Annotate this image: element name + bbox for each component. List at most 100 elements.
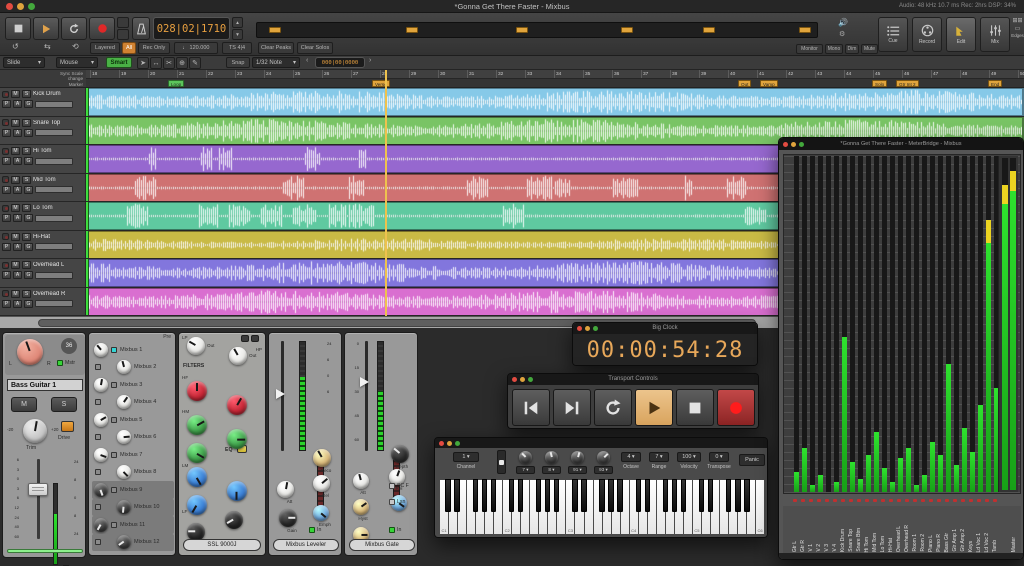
send-button[interactable] bbox=[95, 539, 101, 545]
loop-play-button[interactable] bbox=[594, 389, 632, 426]
track-p-button[interactable]: P bbox=[2, 243, 11, 251]
timeline-marker[interactable]: End bbox=[988, 80, 1002, 87]
time-signature-display[interactable]: TS 4|4 bbox=[222, 42, 252, 54]
gate-listen[interactable]: Lsn bbox=[389, 499, 405, 505]
send-button[interactable] bbox=[111, 417, 117, 423]
piano-black-key[interactable] bbox=[645, 479, 650, 512]
send-knob[interactable] bbox=[94, 483, 108, 497]
ssl-knob[interactable] bbox=[187, 495, 207, 515]
piano-black-key[interactable] bbox=[708, 479, 713, 512]
send-knob[interactable] bbox=[117, 500, 131, 514]
strip-solo-button[interactable]: S bbox=[51, 397, 77, 412]
piano-black-key[interactable] bbox=[518, 479, 523, 512]
track-g-button[interactable]: G bbox=[24, 214, 33, 222]
send-button[interactable] bbox=[95, 399, 101, 405]
send-button[interactable] bbox=[111, 382, 117, 388]
panic-button[interactable]: Panic bbox=[739, 454, 765, 466]
gate-knob[interactable] bbox=[391, 445, 409, 463]
track-name-field[interactable]: Bass Guitar 1 bbox=[7, 379, 83, 391]
ssl-knob[interactable] bbox=[227, 429, 247, 449]
cc-knob[interactable] bbox=[597, 451, 610, 464]
ssl-knob[interactable] bbox=[187, 443, 207, 463]
velocity-select[interactable]: 100 ▾ bbox=[677, 452, 701, 462]
send-knob[interactable] bbox=[117, 430, 131, 444]
rec-led[interactable] bbox=[793, 499, 797, 502]
clear-solos-button[interactable]: Clear Solos bbox=[297, 42, 333, 54]
meterbridge-titlebar[interactable]: *Gonna Get There Faster - MeterBridge - … bbox=[779, 138, 1023, 150]
piano-black-key[interactable] bbox=[554, 479, 559, 512]
strip-mute-button[interactable]: M bbox=[11, 397, 37, 412]
cc-value[interactable]: 8 ▾ bbox=[542, 466, 561, 474]
rec-led[interactable] bbox=[849, 499, 853, 502]
rec-led[interactable] bbox=[833, 499, 837, 502]
track-gain-slider[interactable] bbox=[35, 186, 73, 193]
send-button[interactable] bbox=[111, 522, 117, 528]
track-header[interactable]: MSOverhead LPAG bbox=[0, 259, 86, 287]
nav-edit-button[interactable]: Edit bbox=[946, 17, 976, 52]
track-mute-button[interactable]: M bbox=[11, 290, 20, 298]
track-a-button[interactable]: A bbox=[13, 214, 22, 222]
piano-black-key[interactable] bbox=[581, 479, 586, 512]
edit-tool-button[interactable]: ↔ bbox=[150, 57, 162, 69]
minimize-icon[interactable] bbox=[447, 441, 452, 446]
track-gain-slider[interactable] bbox=[35, 158, 73, 165]
track-a-button[interactable]: A bbox=[13, 186, 22, 194]
record-arm-button[interactable] bbox=[2, 205, 9, 212]
big-clock-titlebar[interactable]: Big Clock bbox=[573, 323, 757, 334]
rec-led[interactable] bbox=[825, 499, 829, 502]
track-header[interactable]: MSMid TomPAG bbox=[0, 174, 86, 202]
loop-range-icon[interactable]: ⟲ bbox=[72, 42, 86, 54]
clear-peaks-button[interactable]: Clear Peaks bbox=[258, 42, 294, 54]
leveler-knob[interactable] bbox=[277, 481, 294, 498]
trim-knob[interactable] bbox=[23, 419, 47, 443]
piano-black-key[interactable] bbox=[672, 479, 677, 512]
undo-icon[interactable]: ↺ bbox=[12, 42, 26, 54]
rec-led[interactable] bbox=[985, 499, 989, 502]
gate-knob[interactable] bbox=[353, 499, 369, 515]
nav-record-button[interactable]: Record bbox=[912, 17, 942, 52]
track-p-button[interactable]: P bbox=[2, 186, 11, 194]
punch-out-button[interactable] bbox=[117, 29, 129, 40]
send-button[interactable] bbox=[111, 452, 117, 458]
record-button[interactable] bbox=[89, 17, 115, 40]
drive-button[interactable] bbox=[61, 421, 74, 432]
track-lane[interactable] bbox=[89, 88, 1024, 116]
track-p-button[interactable]: P bbox=[2, 271, 11, 279]
piano-black-key[interactable] bbox=[482, 479, 487, 512]
primary-clock[interactable]: 028|02|1710 bbox=[153, 17, 230, 40]
rec-led[interactable] bbox=[921, 499, 925, 502]
track-p-button[interactable]: P bbox=[2, 100, 11, 108]
rec-only-button[interactable]: Rec Only bbox=[138, 42, 170, 54]
piano-black-key[interactable] bbox=[599, 479, 604, 512]
track-gain-slider[interactable] bbox=[35, 272, 73, 279]
rec-led[interactable] bbox=[905, 499, 909, 502]
timeline-marker[interactable]: Loop bbox=[168, 80, 184, 87]
mouse-mode-select[interactable]: Mouse▾ bbox=[56, 57, 98, 68]
send-knob[interactable] bbox=[94, 518, 108, 532]
piano-black-key[interactable] bbox=[491, 479, 496, 512]
rec-led[interactable] bbox=[993, 499, 997, 502]
track-mute-button[interactable]: M bbox=[11, 176, 20, 184]
record-arm-button[interactable] bbox=[2, 233, 9, 240]
play-button[interactable] bbox=[33, 17, 59, 40]
track-a-button[interactable]: A bbox=[13, 157, 22, 165]
send-knob[interactable] bbox=[117, 465, 131, 479]
send-button[interactable] bbox=[95, 434, 101, 440]
track-g-button[interactable]: G bbox=[24, 100, 33, 108]
loop-button[interactable] bbox=[61, 17, 87, 40]
track-gain-slider[interactable] bbox=[35, 101, 73, 108]
snap-label[interactable]: Snap bbox=[226, 57, 250, 68]
track-gain-slider[interactable] bbox=[35, 215, 73, 222]
piano-black-key[interactable] bbox=[445, 479, 450, 512]
track-a-button[interactable]: A bbox=[13, 129, 22, 137]
track-solo-button[interactable]: S bbox=[22, 290, 31, 298]
nudge-clock[interactable]: 000|00|0000 bbox=[315, 57, 365, 68]
send-knob[interactable] bbox=[94, 448, 108, 462]
edit-tool-button[interactable]: ✂ bbox=[163, 57, 175, 69]
nav-cue-button[interactable]: Cue bbox=[878, 17, 908, 52]
keyboard-titlebar[interactable] bbox=[435, 438, 767, 448]
cc-knob[interactable] bbox=[519, 451, 532, 464]
marker-lane[interactable]: LoopVerseOutVampSoloGtr Int 2End bbox=[86, 79, 1024, 88]
ssl-knob[interactable] bbox=[187, 337, 205, 355]
piano-black-key[interactable] bbox=[663, 479, 668, 512]
